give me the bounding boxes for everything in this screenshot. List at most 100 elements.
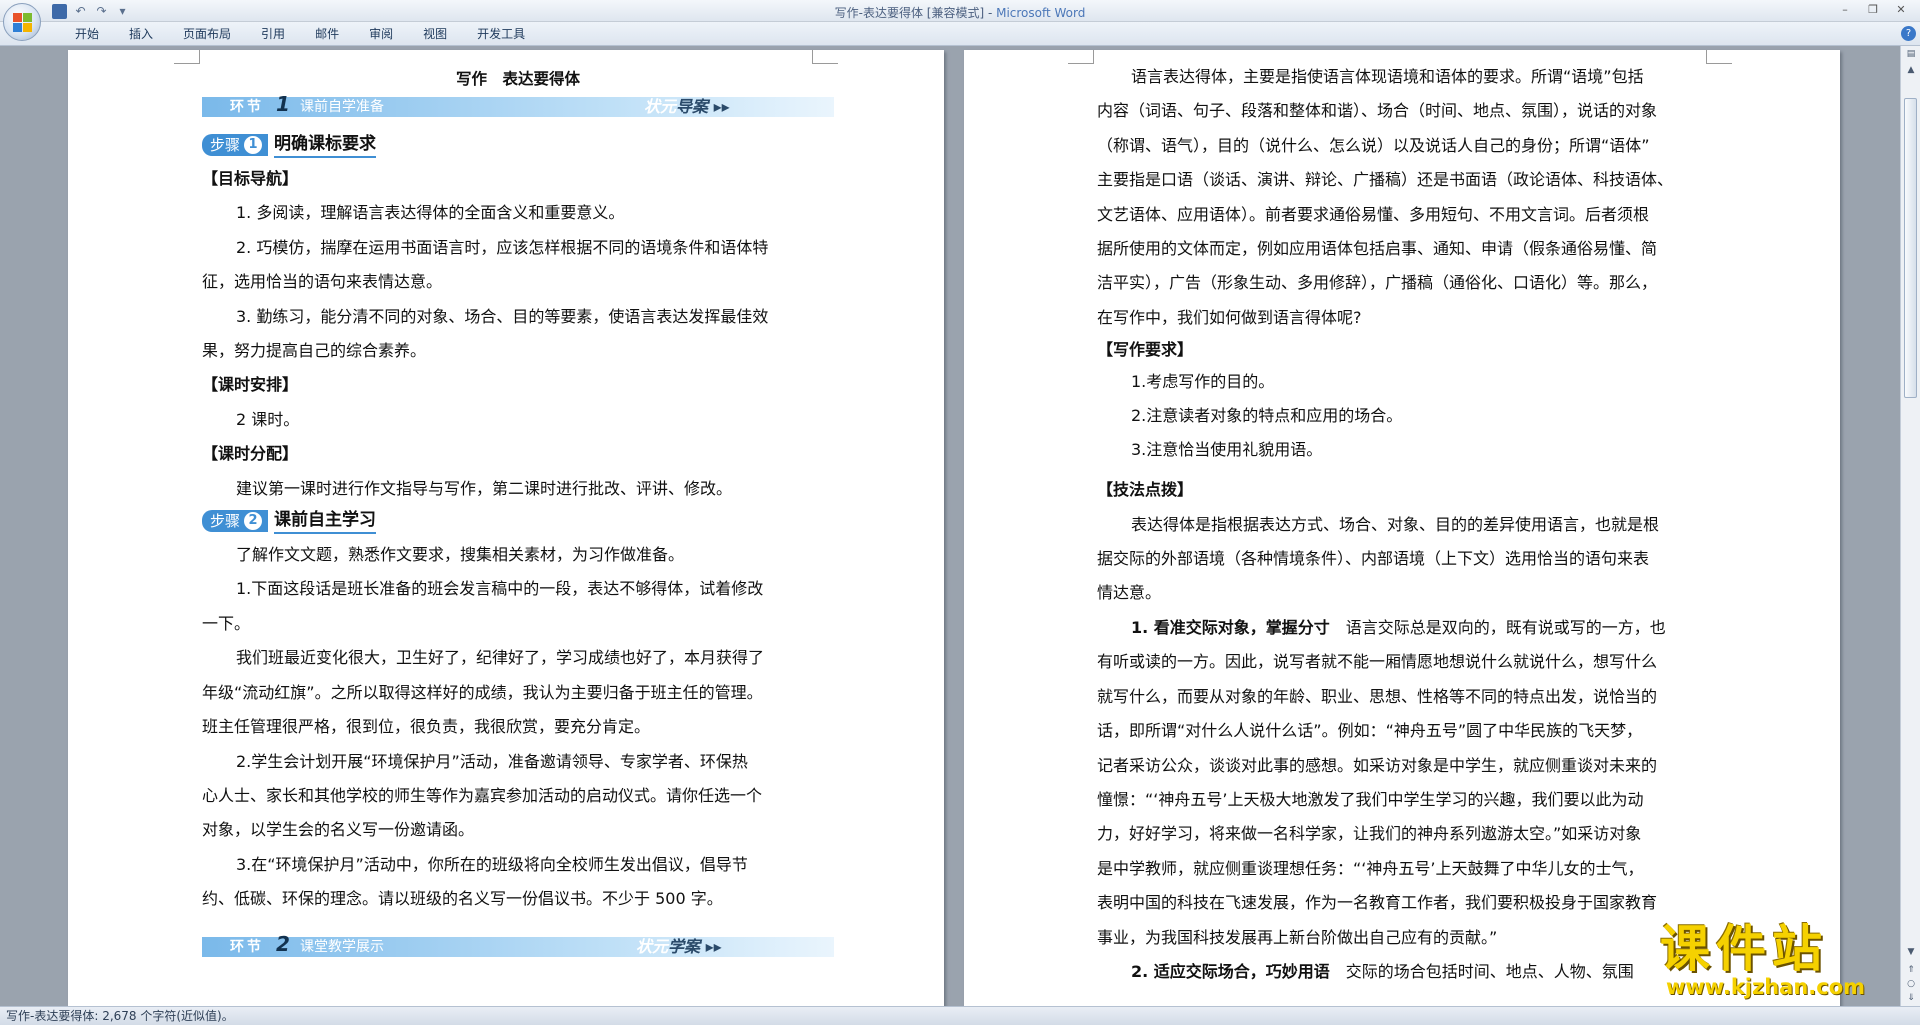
paragraph: 洁平实），广告（形象生动、多用修辞），广播稿（通俗化、口语化）等。那么， bbox=[1097, 273, 1658, 293]
tab-view[interactable]: 视图 bbox=[408, 26, 462, 42]
status-word-count[interactable]: 写作-表达要得体: 2,678 个字符(近似值)。 bbox=[6, 1009, 234, 1023]
paragraph: 2.注意读者对象的特点和应用的场合。 bbox=[1131, 406, 1403, 426]
tab-references[interactable]: 引用 bbox=[246, 26, 300, 42]
paragraph: 1. 多阅读，理解语言表达得体的全面含义和重要意义。 bbox=[236, 203, 625, 223]
scroll-up-icon[interactable]: ▲ bbox=[1905, 64, 1917, 76]
minimize-button[interactable]: – bbox=[1832, 2, 1858, 18]
paragraph: 3. 勤练习，能分清不同的对象、场合、目的等要素，使语言表达发挥最佳效 bbox=[236, 306, 769, 326]
paragraph: 话，即所谓“对什么人说什么话”。例如：“神舟五号”圆了中华民族的飞天梦， bbox=[1097, 721, 1643, 741]
step-title: 明确课标要求 bbox=[274, 132, 377, 158]
paragraph: 憧憬：“‘神舟五号’上天极大地激发了我们中学生学习的兴趣，我们要以此为动 bbox=[1097, 789, 1644, 809]
ruler-toggle-icon[interactable]: ▤ bbox=[1905, 48, 1917, 60]
step-number: 2 bbox=[244, 512, 263, 531]
section-subtitle: 课堂教学展示 bbox=[300, 938, 384, 955]
paragraph: 是中学教师，就应侧重谈理想任务：“‘神舟五号’上天鼓舞了中华儿女的士气， bbox=[1097, 858, 1644, 878]
crop-mark bbox=[174, 50, 200, 64]
vertical-scrollbar[interactable]: ▤ ▲ ▼ ⇑ ○ ⇓ bbox=[1900, 46, 1920, 1006]
paragraph: 语言表达得体，主要是指使语言体现语境和语体的要求。所谓“语境”包括 bbox=[1131, 67, 1644, 86]
paragraph: （称谓、语气），目的（说什么、怎么说）以及说话人自己的身份；所谓“语体” bbox=[1097, 135, 1650, 155]
section-bar-1: 环节 1 课前自学准备 状元导案 ▸▸ bbox=[202, 92, 834, 117]
paragraph: 据交际的外部语境（各种情境条件）、内部语境（上下文）选用恰当的语句来表 bbox=[1097, 549, 1650, 569]
paragraph: 班主任管理很严格，很到位，很负责，我很欣赏，要充分肯定。 bbox=[202, 717, 651, 737]
section-bar-2: 环节 2 课堂教学展示 状元学案 ▸▸ bbox=[202, 932, 834, 957]
heading-allocation: 【课时分配】 bbox=[202, 444, 299, 464]
step-chip: 步骤 2 bbox=[202, 510, 269, 533]
tab-mailings[interactable]: 邮件 bbox=[300, 26, 354, 42]
paragraph: 1.下面这段话是班长准备的班会发言稿中的一段，表达不够得体，试着修改 bbox=[236, 579, 764, 599]
paragraph: 一下。 bbox=[202, 613, 251, 633]
tab-page-layout[interactable]: 页面布局 bbox=[168, 26, 246, 42]
subheading: 2. 适应交际场合，巧妙用语 bbox=[1131, 961, 1330, 981]
document-canvas: 写作 表达要得体 环节 1 课前自学准备 状元导案 ▸▸ 步骤 1 明确课标要求 … bbox=[0, 46, 1900, 1006]
section-right-label: 状元学案 ▸▸ bbox=[636, 937, 722, 957]
paragraph: 约、低碳、环保的理念。请以班级的名义写一份倡议书。不少于 500 字。 bbox=[202, 889, 723, 909]
scroll-down-icon[interactable]: ▼ bbox=[1905, 946, 1917, 958]
paragraph: 1.考虑写作的目的。 bbox=[1131, 372, 1275, 392]
page-right[interactable]: 语言表达得体，主要是指使语言体现语境和语体的要求。所谓“语境”包括 内容（词语、… bbox=[964, 50, 1840, 1006]
paragraph: 主要指是口语（谈话、演讲、辩论、广播稿）还是书面语（政论语体、科技语体、 bbox=[1097, 170, 1674, 190]
paragraph: 2.学生会计划开展“环境保护月”活动，准备邀请领导、专家学者、环保热 bbox=[236, 751, 748, 771]
section-right-big: 学案 ▸▸ bbox=[668, 936, 722, 956]
section-right-label: 状元导案 ▸▸ bbox=[644, 97, 730, 117]
tab-developer[interactable]: 开发工具 bbox=[462, 26, 540, 42]
crop-mark bbox=[1068, 50, 1094, 64]
paragraph: 2 课时。 bbox=[236, 409, 300, 429]
paragraph-text: 交际的场合包括时间、地点、人物、氛围 bbox=[1329, 961, 1634, 981]
paragraph: 2. 适应交际场合，巧妙用语 交际的场合包括时间、地点、人物、氛围 bbox=[1097, 955, 1721, 989]
step-1-heading: 步骤 1 明确课标要求 bbox=[202, 130, 834, 160]
section-subtitle: 课前自学准备 bbox=[300, 99, 384, 115]
next-page-icon[interactable]: ⇓ bbox=[1905, 992, 1917, 1004]
subheading: 1. 看准交际对象，掌握分寸 bbox=[1131, 617, 1330, 637]
scroll-thumb[interactable] bbox=[1904, 98, 1917, 398]
paragraph: 心人士、家长和其他学校的师生等作为嘉宾参加活动的启动仪式。请你任选一个 bbox=[202, 785, 763, 805]
section-number: 1 bbox=[276, 92, 290, 116]
paragraph: 内容（词语、句子、段落和整体和谐）、场合（时间、地点、氛围），说话的对象 bbox=[1097, 101, 1658, 121]
paragraph-text: 语言交际总是双向的，既有说或写的一方，也 bbox=[1329, 617, 1666, 637]
paragraph: 就写什么，而要从对象的年龄、职业、思想、性格等不同的特点出发，说恰当的 bbox=[1097, 686, 1658, 706]
watermark-url: www.kjzhan.com bbox=[1666, 975, 1866, 999]
paragraph: 果，努力提高自己的综合素养。 bbox=[202, 341, 427, 361]
title-bar: ↶ ↷ ▾ 写作-表达要得体 [兼容模式] - Microsoft Word –… bbox=[0, 0, 1920, 22]
step-chip-label: 步骤 bbox=[210, 136, 241, 154]
window-title: 写作-表达要得体 [兼容模式] - Microsoft Word bbox=[0, 4, 1920, 21]
status-bar: 写作-表达要得体: 2,678 个字符(近似值)。 bbox=[0, 1006, 1920, 1025]
paragraph: 记者采访公众，谈谈对此事的感想。如采访对象是中学生，就应侧重谈对未来的 bbox=[1097, 755, 1658, 775]
restore-button[interactable]: ❐ bbox=[1860, 2, 1886, 18]
paragraph: 建议第一课时进行作文指导与写作，第二课时进行批改、评讲、修改。 bbox=[236, 478, 733, 498]
select-browse-object-icon[interactable]: ○ bbox=[1905, 978, 1917, 990]
help-icon[interactable]: ? bbox=[1901, 26, 1916, 41]
paragraph: 征，选用恰当的语句来表情达意。 bbox=[202, 272, 443, 292]
paragraph: 2. 巧模仿，揣摩在运用书面语言时，应该怎样根据不同的语境条件和语体特 bbox=[236, 237, 769, 257]
paragraph: 1. 看准交际对象，掌握分寸 语言交际总是双向的，既有说或写的一方，也 bbox=[1097, 611, 1721, 645]
tab-review[interactable]: 审阅 bbox=[354, 26, 408, 42]
paragraph: 力，好好学习，将来做一名科学家，让我们的神舟系列遨游太空。”如采访对象 bbox=[1097, 824, 1642, 844]
paragraph: 我们班最近变化很大，卫生好了，纪律好了，学习成绩也好了，本月获得了 bbox=[236, 648, 765, 668]
paragraph: 据所使用的文体而定，例如应用语体包括启事、通知、申请（假条通俗易懂、简 bbox=[1097, 239, 1658, 259]
previous-page-icon[interactable]: ⇑ bbox=[1905, 964, 1917, 976]
ribbon-tabs: 开始 插入 页面布局 引用 邮件 审阅 视图 开发工具 ? bbox=[0, 22, 1920, 46]
step-chip: 步骤 1 bbox=[202, 134, 269, 156]
paragraph: 对象，以学生会的名义写一份邀请函。 bbox=[202, 820, 475, 840]
section-label: 环节 bbox=[230, 938, 264, 955]
paragraph: 表达得体是指根据表达方式、场合、对象、目的的差异使用语言，也就是根 bbox=[1131, 514, 1660, 534]
office-logo-icon bbox=[13, 13, 33, 33]
close-button[interactable]: ✕ bbox=[1888, 2, 1914, 18]
paragraph: 有听或读的一方。因此，说写者就不能一厢情愿地想说什么就说什么，想写什么 bbox=[1097, 652, 1658, 672]
window-controls: – ❐ ✕ bbox=[1832, 2, 1914, 18]
office-button[interactable] bbox=[3, 3, 41, 41]
section-right-big: 导案 ▸▸ bbox=[676, 97, 730, 116]
tab-insert[interactable]: 插入 bbox=[114, 26, 168, 42]
paragraph: 3.注意恰当使用礼貌用语。 bbox=[1131, 440, 1323, 460]
tab-home[interactable]: 开始 bbox=[60, 26, 114, 42]
section-right-small: 状元 bbox=[644, 97, 677, 116]
step-title: 课前自主学习 bbox=[274, 508, 377, 535]
section-label: 环节 bbox=[230, 99, 264, 115]
paragraph: 情达意。 bbox=[1097, 583, 1162, 603]
site-watermark: 课件站 www.kjzhan.com bbox=[1660, 922, 1898, 1004]
paragraph: 了解作文文题，熟悉作文要求，搜集相关素材，为习作做准备。 bbox=[236, 545, 685, 565]
paragraph: 在写作中，我们如何做到语言得体呢? bbox=[1097, 307, 1362, 327]
paragraph: 事业，为我国科技发展再上新台阶做出自己应有的贡献。” bbox=[1097, 927, 1498, 947]
page-left[interactable]: 写作 表达要得体 环节 1 课前自学准备 状元导案 ▸▸ 步骤 1 明确课标要求 … bbox=[68, 50, 944, 1006]
watermark-title: 课件站 bbox=[1660, 920, 1828, 978]
step-chip-label: 步骤 bbox=[210, 512, 241, 531]
